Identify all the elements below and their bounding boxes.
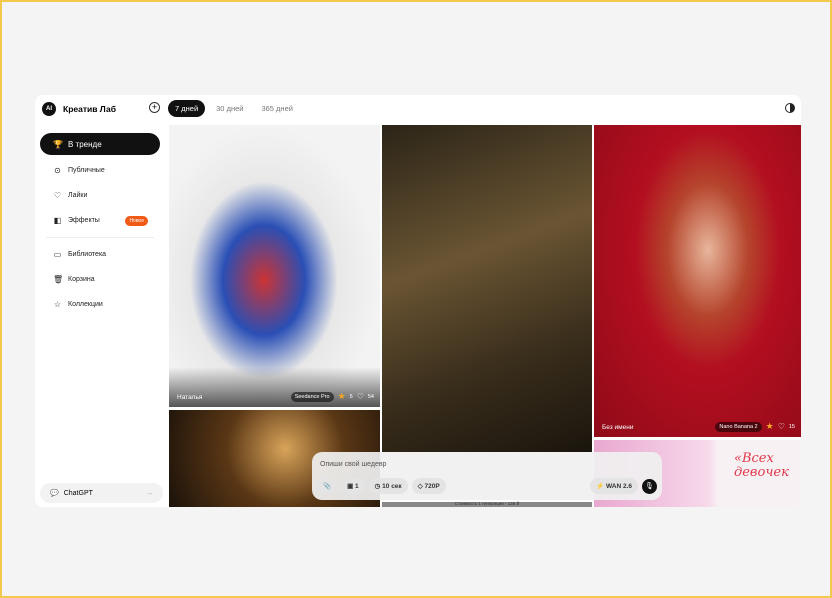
folder-icon: ▭ — [53, 250, 62, 259]
star-count: 5 — [349, 393, 353, 400]
duration-value: 10 сек — [382, 483, 402, 490]
model-value: WAN 2.6 — [605, 483, 632, 490]
theme-toggle-icon[interactable] — [785, 103, 795, 113]
tab-7-days[interactable]: 7 дней — [168, 100, 206, 117]
sidebar-item-effects[interactable]: ◧ Эффекты Новое — [40, 208, 160, 233]
prompt-input[interactable]: Опиши свой шедевр — [320, 461, 386, 468]
heart-icon[interactable]: ♡ — [778, 422, 785, 431]
app-name: Креатив Лаб — [63, 104, 116, 114]
sidebar-item-trash[interactable]: 🗑 Корзина — [40, 267, 160, 292]
like-count: 54 — [367, 393, 374, 400]
like-count: 15 — [788, 423, 795, 430]
card-author: Наталья — [177, 394, 203, 401]
label: Библиотека — [68, 251, 107, 258]
trophy-icon: 🏆 — [53, 139, 63, 149]
count-value: 1 — [355, 483, 359, 490]
sidebar-item-public[interactable]: ⊙ Публичные — [40, 158, 160, 183]
attach-icon[interactable]: 📎 — [317, 478, 338, 494]
heart-icon: ♡ — [53, 191, 62, 200]
label: В тренде — [68, 139, 102, 149]
public-icon: ⊙ — [54, 166, 61, 175]
model-badge: Seedance Pro — [290, 391, 334, 402]
gallery-card-tunnel[interactable] — [382, 125, 592, 452]
new-badge: Новое — [125, 215, 148, 226]
sidebar-item-collections[interactable]: ☆ Коллекции — [40, 292, 160, 317]
cost-text: Стоимость 1 генерации - 128 ₽ — [454, 501, 520, 506]
gallery-card-kremlin[interactable]: Наталья Seedance Pro ★ 5 ♡ 54 — [169, 125, 380, 407]
model-badge: Nano Banana 2 — [715, 421, 762, 432]
label: Эффекты — [68, 217, 100, 224]
trash-icon: 🗑 — [53, 275, 64, 284]
prompt-bar: Опиши свой шедевр 📎 ▣ 1 ◷ 10 сек ◇ 720P … — [312, 452, 662, 500]
gallery-card-lollipop[interactable]: Без имени Nano Banana 2 ★ ♡ 15 — [594, 125, 801, 437]
brand[interactable]: AI Креатив Лаб — [42, 102, 116, 116]
sidebar-item-library[interactable]: ▭ Библиотека — [40, 242, 160, 267]
star-icon[interactable]: ★ — [338, 391, 346, 402]
star-icon: ☆ — [53, 300, 62, 309]
add-icon[interactable]: + — [149, 102, 160, 113]
prompt-controls: 📎 ▣ 1 ◷ 10 сек ◇ 720P — [317, 478, 446, 494]
heart-icon[interactable]: ♡ — [357, 392, 364, 401]
quality-value: 720P — [424, 483, 440, 490]
count-button[interactable]: ▣ 1 — [341, 478, 365, 494]
label: Корзина — [68, 276, 95, 283]
star-icon[interactable]: ★ — [766, 421, 774, 432]
label: Лайки — [68, 192, 88, 199]
tab-30-days[interactable]: 30 дней — [209, 100, 250, 117]
divider — [46, 237, 154, 238]
effects-icon: ◧ — [53, 216, 62, 225]
sidebar-item-likes[interactable]: ♡ Лайки — [40, 183, 160, 208]
logo-icon: AI — [42, 102, 56, 116]
card-meta: Seedance Pro ★ 5 ♡ 54 — [290, 391, 374, 402]
sidebar-item-trending[interactable]: 🏆 В тренде — [40, 133, 160, 155]
app-window: AI Креатив Лаб + 7 дней 30 дней 365 дней … — [35, 95, 801, 507]
label: Коллекции — [68, 301, 103, 308]
quality-button[interactable]: ◇ 720P — [411, 478, 446, 494]
model-select[interactable]: ⚡ WAN 2.6 — [590, 478, 638, 494]
poster-text: «Всех девочек — [734, 451, 789, 480]
card-author: Без имени — [602, 424, 634, 431]
chat-icon: 💬 — [50, 490, 59, 497]
period-tabs: 7 дней 30 дней 365 дней — [168, 100, 300, 117]
sidebar: 🏆 В тренде ⊙ Публичные ♡ Лайки ◧ Эффекты Ново… — [40, 133, 160, 317]
tab-365-days[interactable]: 365 дней — [254, 100, 299, 117]
prompt-right-controls: ⚡ WAN 2.6 🎙 — [590, 478, 657, 494]
card-meta: Nano Banana 2 ★ ♡ 15 — [715, 421, 795, 432]
mic-icon[interactable]: 🎙 — [642, 478, 657, 494]
chatgpt-button[interactable]: 💬 ChatGPT → — [40, 483, 163, 503]
duration-button[interactable]: ◷ 10 сек — [368, 478, 408, 494]
chat-label: ChatGPT — [63, 489, 93, 497]
label: Публичные — [68, 167, 105, 174]
arrow-icon: → — [146, 489, 153, 497]
